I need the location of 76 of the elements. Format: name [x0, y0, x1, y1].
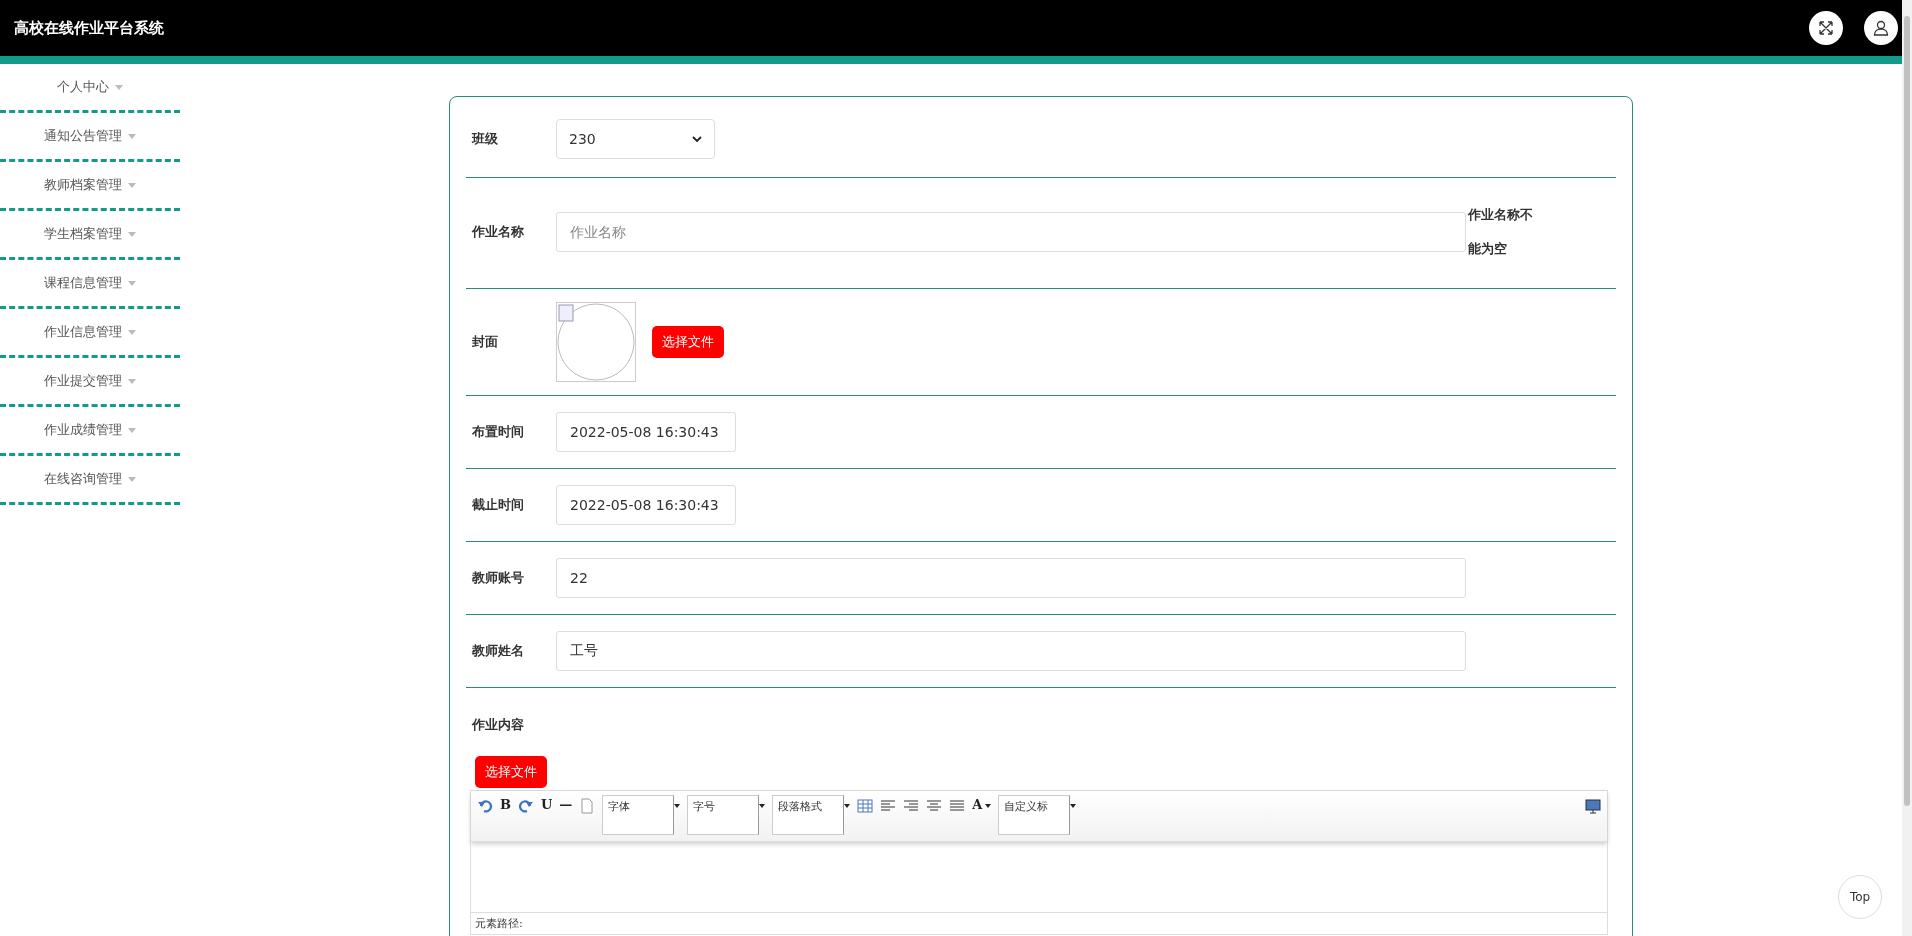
toolbar-dropdown[interactable]: 字体 [602, 795, 675, 835]
sidebar-item-label: 作业成绩管理 [44, 421, 122, 439]
fullscreen-button[interactable] [1809, 11, 1843, 45]
sidebar-item-label: 教师档案管理 [44, 176, 122, 194]
caret-icon [759, 804, 766, 808]
toolbar-button[interactable]: U [541, 795, 553, 812]
expand-icon [1817, 19, 1835, 37]
sidebar-item-label: 课程信息管理 [44, 274, 122, 292]
redo-icon[interactable] [518, 798, 534, 814]
class-select[interactable]: 230 [556, 119, 715, 159]
table-icon[interactable] [857, 798, 874, 814]
caret-icon [1070, 804, 1077, 808]
sidebar-item[interactable]: 通知公告管理 [0, 113, 180, 162]
toolbar-button[interactable]: B [500, 795, 511, 812]
user-icon [1872, 19, 1890, 37]
toolbar-button[interactable]: — [559, 795, 573, 812]
caret-icon [128, 182, 136, 188]
sidebar-item[interactable]: 教师档案管理 [0, 162, 180, 211]
caret-icon [844, 804, 851, 808]
back-to-top-button[interactable]: Top [1838, 875, 1882, 919]
field-label: 截止时间 [471, 496, 525, 514]
error-message: 作业名称不能为空 [1468, 206, 1534, 258]
input-field[interactable]: 作业名称 [556, 212, 1466, 252]
field-label: 作业内容 [470, 716, 525, 734]
caret-icon [985, 804, 992, 808]
justify-icon[interactable] [949, 798, 966, 814]
element-path-label: 元素路径: [471, 912, 1607, 934]
choose-file-button[interactable]: 选择文件 [652, 326, 724, 358]
caret-icon [128, 427, 136, 433]
toolbar-dropdown[interactable]: 自定义标 [998, 795, 1071, 835]
field-label: 布置时间 [471, 423, 525, 441]
align-right-icon[interactable] [903, 798, 920, 814]
caret-icon [115, 84, 123, 90]
field-label: 封面 [471, 333, 499, 351]
font-color-button[interactable]: A [972, 795, 983, 812]
user-button[interactable] [1864, 11, 1898, 45]
caret-icon [128, 378, 136, 384]
align-center-icon[interactable] [926, 798, 943, 814]
sidebar-item-label: 通知公告管理 [44, 127, 122, 145]
field-label: 教师账号 [471, 569, 525, 587]
field-label: 作业名称 [470, 223, 525, 241]
sidebar-item[interactable]: 作业信息管理 [0, 309, 180, 358]
chevron-icon [692, 135, 702, 143]
field-label: 班级 [470, 130, 499, 148]
input-field[interactable]: 22 [556, 558, 1466, 598]
scrollbar[interactable] [1902, 0, 1912, 936]
sidebar-item-label: 作业提交管理 [44, 372, 122, 390]
scrollbar-thumb[interactable] [1904, 16, 1910, 806]
toolbar-dropdown[interactable]: 段落格式 [772, 795, 845, 835]
page-icon[interactable] [579, 798, 596, 814]
undo-icon[interactable] [477, 798, 493, 814]
toolbar-dropdown[interactable]: 字号 [687, 795, 760, 835]
choose-file-button[interactable]: 选择文件 [475, 756, 547, 788]
sidebar-item-label: 在线咨询管理 [44, 470, 122, 488]
app-title: 高校在线作业平台系统 [14, 18, 165, 38]
date-field[interactable]: 2022-05-08 16:30:43 [556, 485, 736, 525]
sidebar-item[interactable]: 课程信息管理 [0, 260, 180, 309]
caret-icon [128, 476, 136, 482]
caret-icon [128, 231, 136, 237]
caret-icon [674, 804, 681, 808]
sidebar-item[interactable]: 在线咨询管理 [0, 456, 180, 505]
sidebar-item[interactable]: 作业提交管理 [0, 358, 180, 407]
align-left-icon[interactable] [880, 798, 897, 814]
field-label: 教师姓名 [471, 642, 525, 660]
sidebar-item[interactable]: 作业成绩管理 [0, 407, 180, 456]
caret-icon [128, 280, 136, 286]
caret-icon [128, 329, 136, 335]
sidebar-item[interactable]: 个人中心 [0, 64, 180, 113]
sidebar-item-label: 学生档案管理 [44, 225, 122, 243]
date-field[interactable]: 2022-05-08 16:30:43 [556, 412, 736, 452]
sidebar-item-label: 作业信息管理 [44, 323, 122, 341]
sidebar-item[interactable]: 学生档案管理 [0, 211, 180, 260]
input-field[interactable]: 工号 [556, 631, 1466, 671]
caret-icon [128, 133, 136, 139]
sidebar-item-label: 个人中心 [57, 78, 109, 96]
monitor-icon[interactable] [1585, 798, 1601, 814]
